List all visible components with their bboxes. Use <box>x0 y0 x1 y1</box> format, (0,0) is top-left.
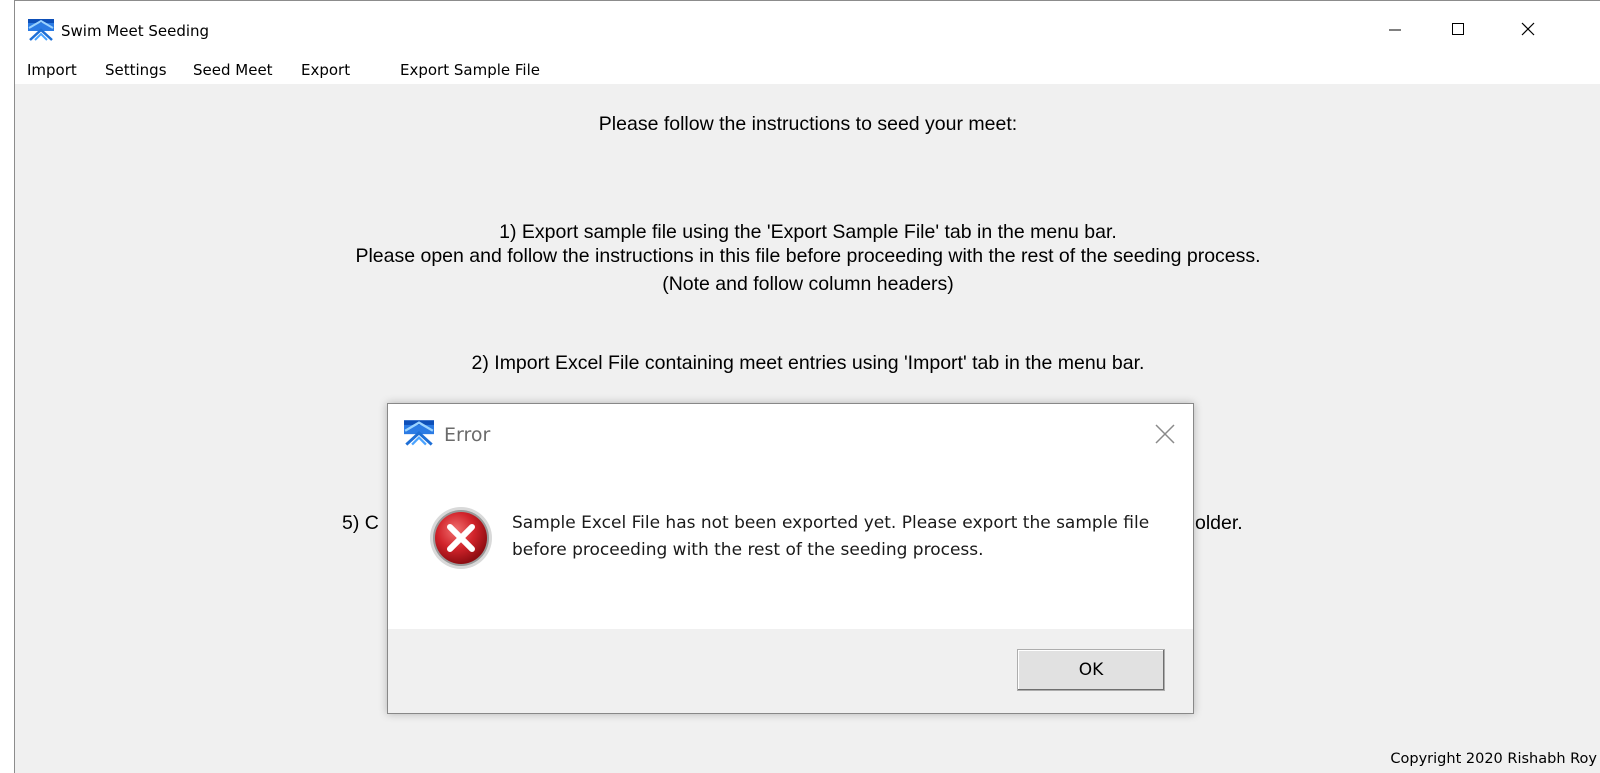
dialog-footer: OK <box>388 629 1193 713</box>
error-dialog: Error Sample Excel File has not been exp… <box>387 403 1194 714</box>
error-message: Sample Excel File has not been exported … <box>512 513 1150 560</box>
close-icon[interactable] <box>1152 421 1178 447</box>
title-bar[interactable]: Swim Meet Seeding <box>15 1 1600 57</box>
step-5-suffix: older. <box>1195 512 1243 534</box>
close-button[interactable] <box>1493 1 1563 57</box>
dialog-title: Error <box>444 424 491 446</box>
maximize-icon <box>1452 23 1464 35</box>
menu-seed-meet[interactable]: Seed Meet <box>193 61 273 79</box>
menu-bar: Import Settings Seed Meet Export Export … <box>15 57 1600 84</box>
instructions-heading: Please follow the instructions to seed y… <box>598 113 1018 135</box>
menu-export-sample-file[interactable]: Export Sample File <box>400 61 540 79</box>
step-1-line-3: (Note and follow column headers) <box>662 273 954 295</box>
ok-button[interactable]: OK <box>1017 649 1165 691</box>
close-icon <box>1521 22 1535 36</box>
step-1-line-2: Please open and follow the instructions … <box>355 245 1261 267</box>
window-title: Swim Meet Seeding <box>61 22 210 40</box>
menu-export[interactable]: Export <box>301 61 350 79</box>
menu-import[interactable]: Import <box>27 61 77 79</box>
maximize-button[interactable] <box>1423 1 1493 57</box>
swim-meet-icon <box>28 19 54 41</box>
minimize-icon <box>1389 29 1401 31</box>
step-5-prefix: 5) C <box>342 512 379 534</box>
swim-meet-icon <box>404 420 434 446</box>
minimize-button[interactable] <box>1360 1 1430 57</box>
step-2: 2) Import Excel File containing meet ent… <box>471 352 1145 374</box>
error-icon <box>430 507 492 569</box>
copyright-label: Copyright 2020 Rishabh Roy <box>1390 751 1597 767</box>
menu-settings[interactable]: Settings <box>105 61 167 79</box>
